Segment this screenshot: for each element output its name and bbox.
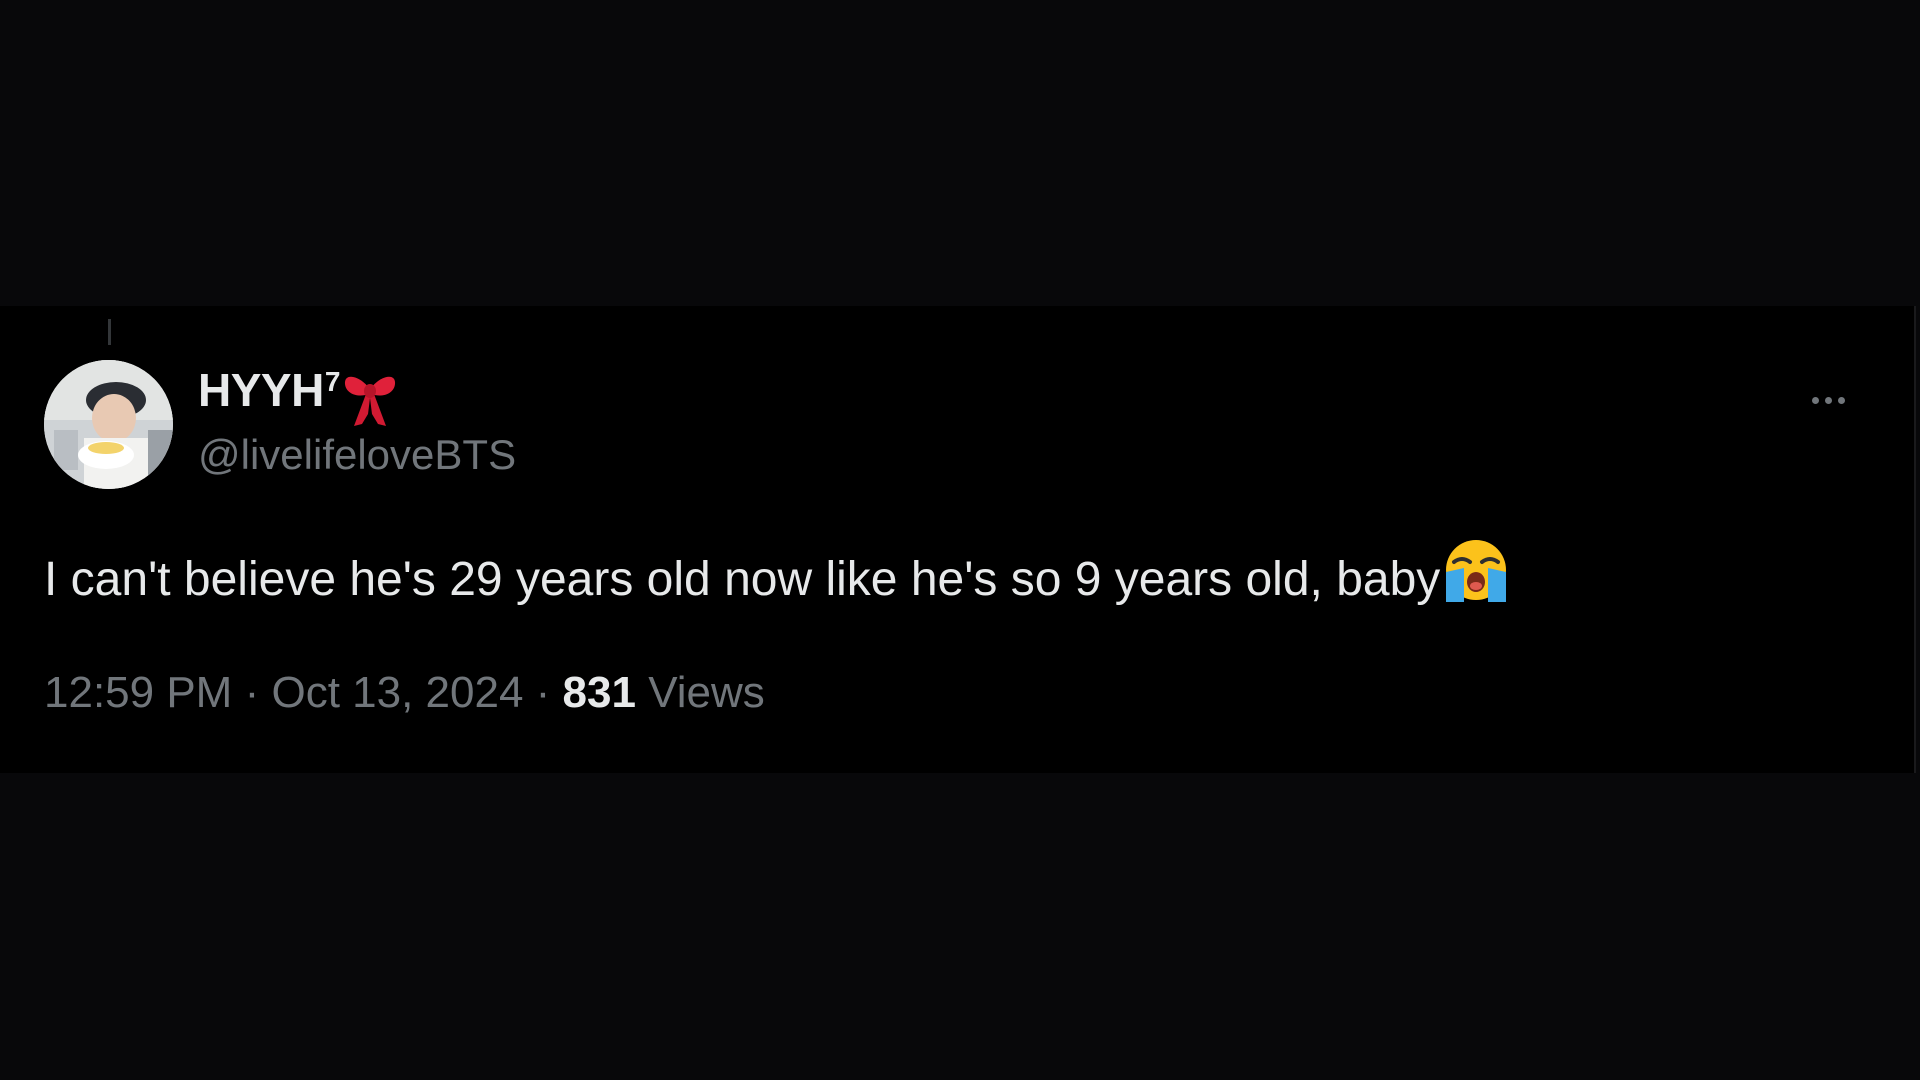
author-name-text: HYYH <box>198 364 324 416</box>
author-name-superscript: 7 <box>324 366 341 397</box>
tweet-meta: 12:59 PM · Oct 13, 2024 · 831 Views <box>44 666 765 720</box>
meta-separator-2: · <box>535 668 563 717</box>
tweet-text-content: I can't believe he's 29 years old now li… <box>44 552 1441 606</box>
loudly-crying-face-icon <box>1442 538 1510 621</box>
thread-line <box>108 319 111 345</box>
more-icon-dot-2 <box>1824 396 1832 404</box>
more-icon-dot-3 <box>1837 396 1845 404</box>
more-options-button[interactable] <box>1798 376 1858 424</box>
author-handle[interactable]: @livelifeloveBTS <box>198 430 516 480</box>
views-count: 831 <box>562 668 636 717</box>
tweet-time[interactable]: 12:59 PM <box>44 668 232 717</box>
page: HYYH 7 @livelifeloveBTS I can't believe … <box>0 0 1920 1080</box>
meta-separator: · <box>244 668 272 717</box>
tweet-text: I can't believe he's 29 years old now li… <box>44 538 1510 621</box>
more-icon <box>1811 396 1819 404</box>
avatar[interactable] <box>44 360 173 489</box>
tweet-date[interactable]: Oct 13, 2024 <box>271 668 523 717</box>
author-display-name[interactable]: HYYH 7 <box>198 362 398 426</box>
avatar-image <box>44 360 173 489</box>
tweet-card: HYYH 7 @livelifeloveBTS I can't believe … <box>0 306 1916 773</box>
views-label: Views <box>648 668 765 717</box>
